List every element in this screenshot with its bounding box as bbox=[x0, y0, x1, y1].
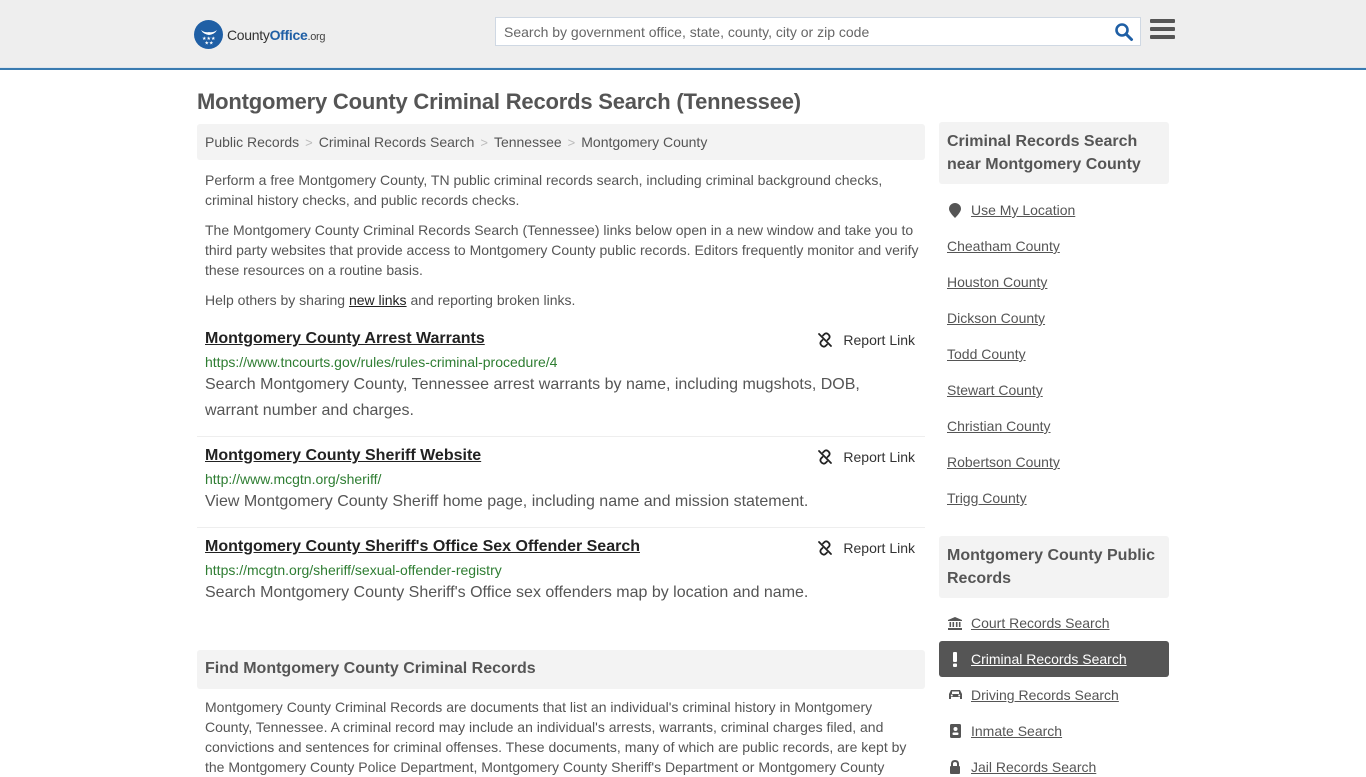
logo-wordmark: CountyOffice.org bbox=[227, 26, 326, 43]
search-input[interactable] bbox=[496, 18, 1096, 45]
courthouse-icon bbox=[947, 616, 963, 630]
intro-paragraph: The Montgomery County Criminal Records S… bbox=[205, 222, 919, 278]
broken-link-icon bbox=[818, 540, 833, 556]
result-url: https://www.tncourts.gov/rules/rules-cri… bbox=[205, 354, 558, 370]
report-link-label: Report Link bbox=[843, 540, 915, 556]
use-my-location-link[interactable]: Use My Location bbox=[947, 202, 1075, 218]
report-link-button[interactable]: Report Link bbox=[817, 540, 915, 556]
hamburger-menu-button[interactable] bbox=[1150, 19, 1175, 41]
page-title: Montgomery County Criminal Records Searc… bbox=[197, 89, 801, 114]
result-url: http://www.mcgtn.org/sheriff/ bbox=[205, 471, 382, 487]
sidebar-item-criminal-records[interactable]: Criminal Records Search bbox=[947, 651, 1127, 667]
result-item: Montgomery County Arrest Warrants https:… bbox=[197, 330, 925, 424]
hamburger-menu-icon-bar bbox=[1150, 27, 1175, 31]
result-description: Search Montgomery County Sheriff's Offic… bbox=[205, 584, 809, 601]
breadcrumb-tennessee[interactable]: Tennessee bbox=[494, 134, 562, 150]
hamburger-menu-icon-bar bbox=[1150, 19, 1175, 23]
svg-text:★★: ★★ bbox=[204, 40, 213, 46]
nearby-heading: Criminal Records Search near Montgomery … bbox=[939, 122, 1169, 184]
intro-text: Perform a free Montgomery County, TN pub… bbox=[205, 170, 920, 320]
report-link-label: Report Link bbox=[843, 449, 915, 465]
sidebar-item-criminal-records-active: Criminal Records Search bbox=[939, 641, 1169, 677]
result-description: Search Montgomery County, Tennessee arre… bbox=[205, 376, 860, 419]
report-link-button[interactable]: Report Link bbox=[817, 449, 915, 465]
breadcrumb-separator: > bbox=[305, 135, 313, 150]
nearby-county-link[interactable]: Todd County bbox=[947, 346, 1026, 362]
intro-help-paragraph: Help others by sharing new links and rep… bbox=[205, 292, 576, 308]
sidebar-item-driving-records[interactable]: Driving Records Search bbox=[947, 687, 1119, 703]
public-records-heading: Montgomery County Public Records bbox=[939, 536, 1169, 598]
nearby-county-link[interactable]: Dickson County bbox=[947, 310, 1045, 326]
sidebar-item-court-records[interactable]: Court Records Search bbox=[947, 615, 1110, 631]
exclamation-icon bbox=[947, 651, 963, 667]
breadcrumb-criminal-records-search[interactable]: Criminal Records Search bbox=[319, 134, 475, 150]
search-icon bbox=[1115, 23, 1133, 41]
intro-paragraph: Perform a free Montgomery County, TN pub… bbox=[205, 172, 883, 208]
eagle-stars-badge-icon: ★★★ ★★ bbox=[194, 20, 223, 49]
nearby-county-link[interactable]: Cheatham County bbox=[947, 238, 1060, 254]
sidebar-item-inmate-search[interactable]: Inmate Search bbox=[947, 723, 1062, 739]
map-pin-icon bbox=[947, 202, 963, 218]
breadcrumb-separator: > bbox=[480, 135, 488, 150]
sidebar-item-jail-records[interactable]: Jail Records Search bbox=[947, 759, 1096, 775]
result-url: https://mcgtn.org/sheriff/sexual-offende… bbox=[205, 562, 502, 578]
broken-link-icon bbox=[818, 449, 833, 465]
result-title-link[interactable]: Montgomery County Sheriff's Office Sex O… bbox=[205, 538, 640, 556]
site-header: ★★★ ★★ CountyOffice.org bbox=[0, 0, 1366, 70]
breadcrumb-separator: > bbox=[567, 135, 576, 150]
result-title-link[interactable]: Montgomery County Sheriff Website bbox=[205, 447, 481, 465]
nearby-county-link[interactable]: Houston County bbox=[947, 274, 1047, 290]
broken-link-icon bbox=[818, 332, 833, 348]
result-description: View Montgomery County Sheriff home page… bbox=[205, 493, 809, 510]
hamburger-menu-icon-bar bbox=[1150, 35, 1175, 39]
report-link-button[interactable]: Report Link bbox=[817, 332, 915, 348]
breadcrumb: Public Records > Criminal Records Search > T… bbox=[197, 124, 925, 160]
result-divider bbox=[197, 527, 925, 528]
result-title-link[interactable]: Montgomery County Arrest Warrants bbox=[205, 330, 485, 348]
breadcrumb-montgomery-county[interactable]: Montgomery County bbox=[581, 134, 707, 150]
report-link-label: Report Link bbox=[843, 332, 915, 348]
nearby-county-link[interactable]: Robertson County bbox=[947, 454, 1060, 470]
nearby-county-link[interactable]: Stewart County bbox=[947, 382, 1043, 398]
search-button[interactable] bbox=[1114, 22, 1134, 42]
result-item: Montgomery County Sheriff Website http:/… bbox=[197, 447, 925, 515]
new-links-link[interactable]: new links bbox=[349, 292, 407, 308]
site-logo[interactable]: ★★★ ★★ CountyOffice.org bbox=[194, 20, 326, 49]
car-icon bbox=[947, 689, 963, 701]
lock-icon bbox=[947, 760, 963, 774]
find-records-body: Montgomery County Criminal Records are d… bbox=[205, 699, 907, 775]
find-records-heading: Find Montgomery County Criminal Records bbox=[197, 650, 925, 689]
nearby-county-link[interactable]: Trigg County bbox=[947, 490, 1027, 506]
nearby-county-link[interactable]: Christian County bbox=[947, 418, 1051, 434]
breadcrumb-public-records[interactable]: Public Records bbox=[205, 134, 299, 150]
result-item: Montgomery County Sheriff's Office Sex O… bbox=[197, 538, 925, 606]
search-box bbox=[495, 17, 1141, 46]
result-divider bbox=[197, 436, 925, 437]
id-badge-icon bbox=[947, 724, 963, 738]
